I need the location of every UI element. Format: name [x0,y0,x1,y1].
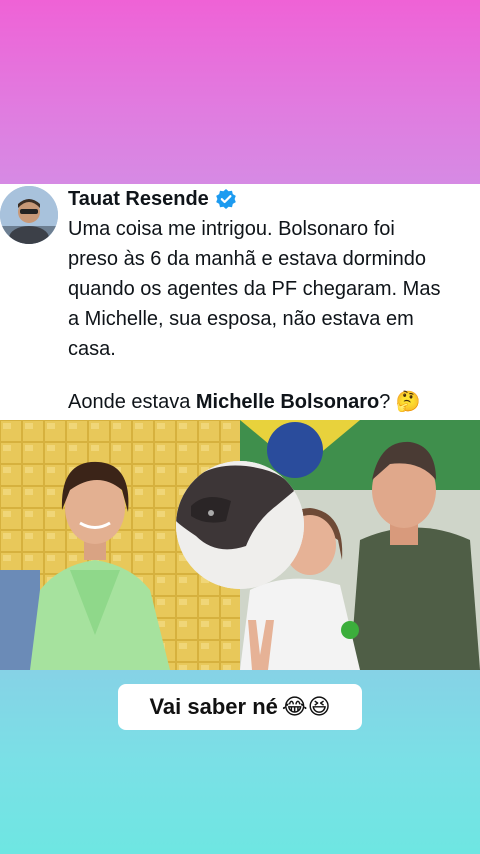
author-name[interactable]: Tauat Resende [68,188,209,211]
top-gradient-band [0,0,480,184]
laughing-emoji-icon: 😂😆 [281,694,331,720]
tweet-line: Uma coisa me intrigou. Bolsonaro foi [68,218,395,240]
caption-box: Vai saber né 😂😆 [118,684,362,730]
overlay-cat-circle [176,461,304,589]
tweet-line: preso às 6 da manhã e estava dormindo [68,248,426,270]
tweet-question: Aonde estava Michelle Bolsonaro? 🤔 [68,389,421,414]
verified-badge-icon [215,188,237,210]
tweet-author-row: Tauat Resende [68,186,237,212]
tweet-text: Uma coisa me intrigou. Bolsonaro foi pre… [68,214,480,364]
tweet-card: Tauat Resende Uma coisa me intrigou. Bol… [0,184,480,420]
tweet-line: quando os agentes da PF chegaram. Mas [68,278,441,300]
caption-text: Vai saber né [149,694,278,719]
question-suffix: ? 🤔 [379,391,421,413]
tweet-line: a Michelle, sua esposa, não estava em [68,308,414,330]
tweet-line: casa. [68,338,116,360]
question-name: Michelle Bolsonaro [195,391,380,413]
question-prefix: Aonde estava [68,391,196,413]
avatar[interactable] [0,186,58,244]
